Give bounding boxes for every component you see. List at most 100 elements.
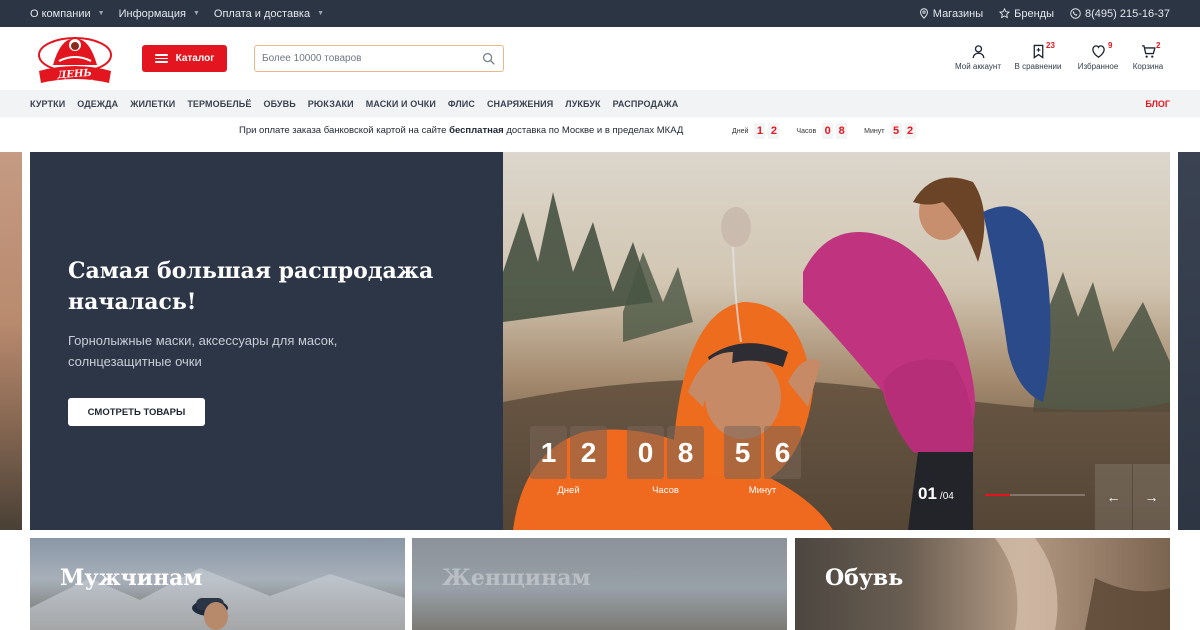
topbar-menu-company[interactable]: О компании ▼ [30, 8, 105, 20]
heart-icon [1091, 45, 1105, 58]
favorites-button[interactable]: 9 Избранное [1068, 41, 1128, 71]
slide-progress-bar [985, 494, 1085, 496]
compare-button[interactable]: 23 В сравнении [1008, 41, 1068, 71]
favorites-count-badge: 9 [1108, 41, 1113, 50]
catalog-button[interactable]: Каталог [142, 45, 227, 72]
hero-countdown: 1 2 Дней 0 8 Часов 5 6 Минут [530, 426, 801, 496]
slide-current: 01 [918, 484, 937, 503]
phone-link[interactable]: 8(495) 215-16-37 [1070, 8, 1170, 20]
promo-countdown: Дней 1 2 Часов 0 8 Минут 5 2 [732, 123, 916, 139]
nav-item-thermal[interactable]: ТЕРМОБЕЛЬЁ [187, 99, 251, 109]
hours-label: Часов [652, 485, 679, 496]
topbar-menu-label: Оплата и доставка [213, 7, 311, 20]
hero-title: Самая большая распродажа началась! [68, 258, 434, 315]
digit: 8 [667, 426, 704, 479]
nav-item-jackets[interactable]: КУРТКИ [30, 99, 65, 109]
phone-icon [1070, 8, 1081, 19]
digit: 5 [724, 426, 761, 479]
search-input[interactable] [255, 46, 465, 71]
nav-item-shoes[interactable]: ОБУВЬ [263, 99, 295, 109]
category-label-men: Мужчинам [60, 565, 203, 591]
digit: 0 [822, 123, 834, 139]
topbar-menu-info[interactable]: Информация ▼ [119, 8, 200, 20]
nav-item-blog[interactable]: БЛОГ [1145, 99, 1170, 109]
nav-item-lookbook[interactable]: ЛУКБУК [565, 99, 600, 109]
category-card-shoes[interactable]: Обувь [795, 538, 1170, 630]
digit: 2 [768, 123, 780, 139]
digit: 6 [764, 426, 801, 479]
brands-label: Бренды [1014, 7, 1054, 20]
compare-label: В сравнении [1014, 62, 1062, 71]
chevron-down-icon: ▼ [317, 10, 325, 17]
digit: 1 [530, 426, 567, 479]
nav-item-backpacks[interactable]: РЮКЗАКИ [308, 99, 354, 109]
cart-count-badge: 2 [1156, 41, 1161, 50]
stores-link[interactable]: Магазины [919, 8, 983, 20]
countdown-hours: 0 8 Часов [627, 426, 704, 496]
days-label: Дней [732, 127, 749, 135]
map-pin-icon [919, 8, 928, 19]
cart-button[interactable]: 2 Корзина [1128, 41, 1168, 71]
slide-progress-fill [985, 494, 1010, 496]
user-icon [972, 45, 984, 59]
prev-slide-button[interactable]: ← [1095, 464, 1132, 530]
cart-label: Корзина [1132, 62, 1164, 71]
site-logo[interactable]: ДЕНЬ СУРКА [31, 31, 119, 92]
nav-item-vests[interactable]: ЖИЛЕТКИ [130, 99, 175, 109]
nav-item-clothing[interactable]: ОДЕЖДА [77, 99, 118, 109]
digit: 2 [904, 123, 916, 139]
nav-item-equipment[interactable]: СНАРЯЖЕНИЯ [487, 99, 553, 109]
category-label-shoes: Обувь [825, 565, 904, 591]
slide-total: /04 [939, 491, 954, 502]
search-icon[interactable] [482, 52, 495, 65]
countdown-minutes: 5 6 Минут [724, 426, 801, 496]
brands-link[interactable]: Бренды [999, 8, 1054, 20]
digit: 2 [570, 426, 607, 479]
header-actions: Мой аккаунт 23 В сравнении 9 Избранное 2… [948, 41, 1168, 71]
category-list: КУРТКИ ОДЕЖДА ЖИЛЕТКИ ТЕРМОБЕЛЬЁ ОБУВЬ Р… [30, 99, 678, 109]
promo-text: При оплате заказа банковской картой на с… [239, 125, 683, 136]
site-header: ДЕНЬ СУРКА Каталог Мой аккаунт 23 В срав… [0, 27, 1200, 92]
chevron-down-icon: ▼ [97, 10, 105, 17]
top-bar-left: О компании ▼ Информация ▼ Оплата и доставк… [30, 0, 324, 27]
account-button[interactable]: Мой аккаунт [948, 44, 1008, 71]
minutes-label: Минут [864, 127, 885, 135]
nav-item-sale[interactable]: РАСПРОДАЖА [613, 99, 679, 109]
account-label: Мой аккаунт [955, 62, 1001, 71]
promo-text-after: доставка по Москве и в пределах МКАД [503, 125, 684, 136]
hero-image: 1 2 Дней 0 8 Часов 5 6 Минут 01 /04 ← → [503, 152, 1170, 530]
next-slide-button[interactable]: → [1133, 464, 1170, 530]
hero-subtitle: Горнолыжные маски, аксессуары для масок,… [68, 333, 338, 369]
top-bar: О компании ▼ Информация ▼ Оплата и доставк… [0, 0, 1200, 27]
arrow-right-icon: → [1144, 489, 1159, 505]
top-bar-right: Магазины Бренды 8(495) 215-16-37 [919, 0, 1170, 27]
category-nav: КУРТКИ ОДЕЖДА ЖИЛЕТКИ ТЕРМОБЕЛЬЁ ОБУВЬ Р… [0, 90, 1200, 117]
star-icon [999, 8, 1011, 19]
promo-strip: При оплате заказа банковской картой на с… [0, 117, 1200, 145]
arrow-left-icon: ← [1106, 489, 1121, 505]
topbar-menu-label: О компании [30, 7, 91, 20]
digit: 0 [627, 426, 664, 479]
favorites-label: Избранное [1077, 62, 1119, 71]
next-slide-peek [1178, 152, 1200, 530]
digit: 5 [890, 123, 902, 139]
view-products-button[interactable]: СМОТРЕТЬ ТОВАРЫ [68, 398, 205, 426]
search-box [254, 45, 504, 72]
nav-item-masks[interactable]: МАСКИ И ОЧКИ [366, 99, 436, 109]
category-label-women: Женщинам [442, 565, 591, 591]
promo-text-before: При оплате заказа банковской картой на с… [239, 125, 450, 136]
category-card-men[interactable]: Мужчинам [30, 538, 405, 630]
bookmark-icon [1033, 44, 1043, 59]
hero-text-panel: Самая большая распродажа началась! Горно… [30, 152, 503, 530]
countdown-days: 1 2 Дней [530, 426, 607, 496]
topbar-menu-label: Информация [118, 7, 186, 20]
digit: 8 [836, 123, 848, 139]
category-card-women[interactable]: Женщинам [412, 538, 787, 630]
chevron-down-icon: ▼ [192, 10, 200, 17]
days-label: Дней [557, 485, 580, 496]
phone-number: 8(495) 215-16-37 [1084, 7, 1170, 20]
nav-item-fleece[interactable]: ФЛИС [448, 99, 475, 109]
minutes-label: Минут [748, 485, 777, 496]
hours-label: Часов [796, 127, 817, 135]
topbar-menu-payment[interactable]: Оплата и доставка ▼ [214, 8, 324, 20]
